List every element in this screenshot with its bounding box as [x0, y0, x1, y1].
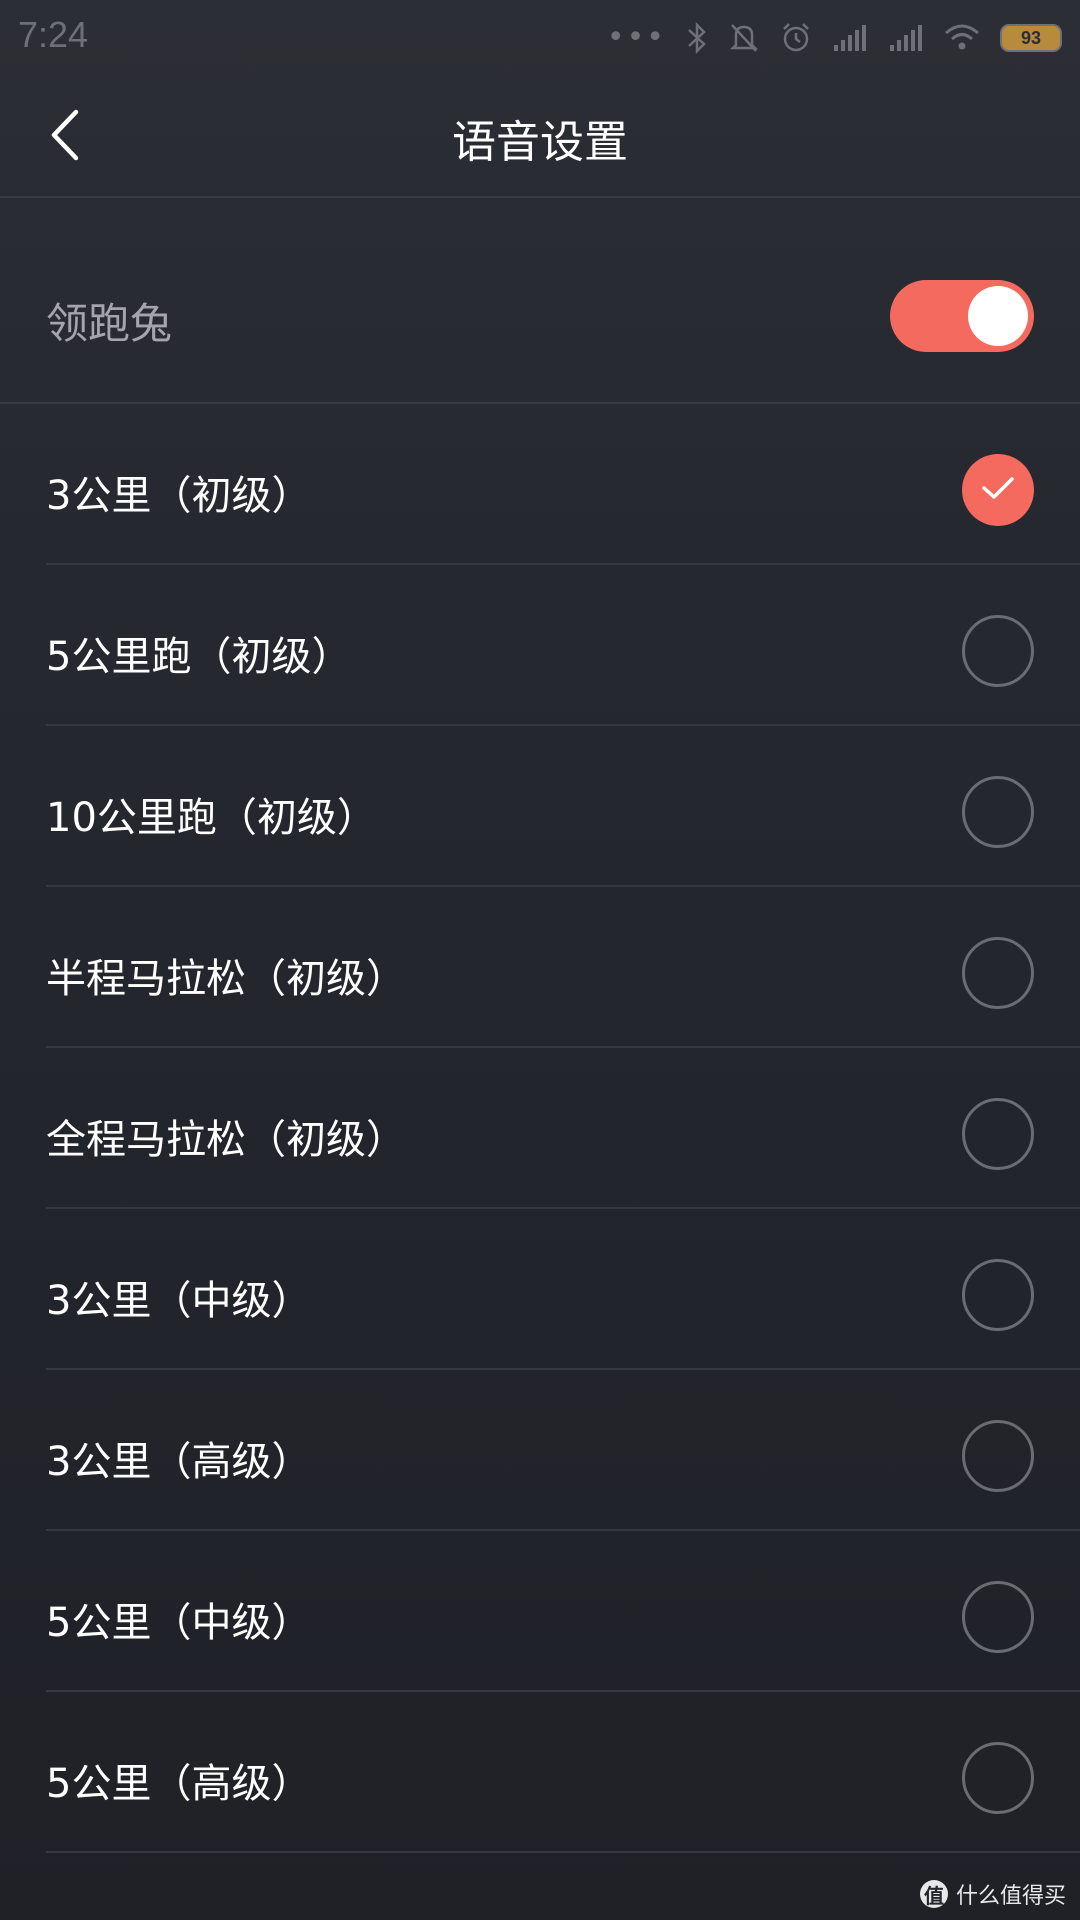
option-label: 5公里跑（初级） — [46, 634, 352, 680]
battery-icon: 93 — [1000, 24, 1062, 52]
option-item[interactable]: 5公里（高级） — [46, 1692, 1080, 1853]
screen: 7:24 ••• 93 语音设置 领跑兔 3公里（初级） 5公里跑（初级） 10… — [0, 0, 1080, 1920]
checkmark-icon — [981, 475, 1015, 505]
radio-button[interactable] — [962, 615, 1034, 687]
status-icons: ••• 93 — [607, 14, 1062, 62]
page-title: 语音设置 — [452, 117, 628, 168]
more-dots-icon: ••• — [606, 20, 666, 55]
pacer-toggle[interactable] — [890, 280, 1034, 352]
radio-selected[interactable] — [962, 454, 1034, 526]
pacer-label: 领跑兔 — [46, 299, 173, 348]
option-item[interactable]: 全程马拉松（初级） — [46, 1048, 1080, 1209]
radio-button[interactable] — [962, 1581, 1034, 1653]
status-time: 7:24 — [18, 14, 89, 55]
option-label: 全程马拉松（初级） — [46, 1117, 406, 1163]
watermark-text: 什么值得买 — [955, 1884, 1066, 1909]
options-list: 3公里（初级） 5公里跑（初级） 10公里跑（初级） 半程马拉松（初级） 全程马… — [0, 404, 1080, 1853]
radio-button[interactable] — [962, 1742, 1034, 1814]
signal-icon — [888, 23, 924, 53]
mute-icon — [728, 21, 760, 55]
option-item[interactable]: 3公里（中级） — [46, 1209, 1080, 1370]
option-item[interactable]: 10公里跑（初级） — [46, 726, 1080, 887]
option-label: 半程马拉松（初级） — [46, 956, 406, 1002]
watermark: 值 什么值得买 — [919, 1878, 1066, 1910]
pacer-toggle-row: 领跑兔 — [0, 198, 1080, 404]
alarm-icon — [780, 21, 812, 55]
header: 语音设置 — [0, 76, 1080, 198]
option-item[interactable]: 3公里（高级） — [46, 1370, 1080, 1531]
toggle-knob — [968, 286, 1028, 346]
option-label: 5公里（中级） — [46, 1600, 312, 1646]
radio-button[interactable] — [962, 776, 1034, 848]
bluetooth-icon — [686, 21, 708, 55]
radio-button[interactable] — [962, 1098, 1034, 1170]
option-item[interactable]: 3公里（初级） — [46, 404, 1080, 565]
option-label: 5公里（高级） — [46, 1761, 312, 1807]
radio-button[interactable] — [962, 937, 1034, 1009]
option-item[interactable]: 5公里跑（初级） — [46, 565, 1080, 726]
radio-button[interactable] — [962, 1259, 1034, 1331]
radio-button[interactable] — [962, 1420, 1034, 1492]
signal-icon — [832, 23, 868, 53]
option-label: 3公里（中级） — [46, 1278, 312, 1324]
status-bar: 7:24 ••• 93 — [0, 0, 1080, 76]
option-label: 3公里（初级） — [46, 473, 312, 519]
option-label: 3公里（高级） — [46, 1439, 312, 1485]
wifi-icon — [944, 23, 980, 53]
option-item[interactable]: 半程马拉松（初级） — [46, 887, 1080, 1048]
watermark-logo: 值 — [919, 1880, 948, 1908]
option-item[interactable]: 5公里（中级） — [46, 1531, 1080, 1692]
option-label: 10公里跑（初级） — [46, 795, 377, 841]
